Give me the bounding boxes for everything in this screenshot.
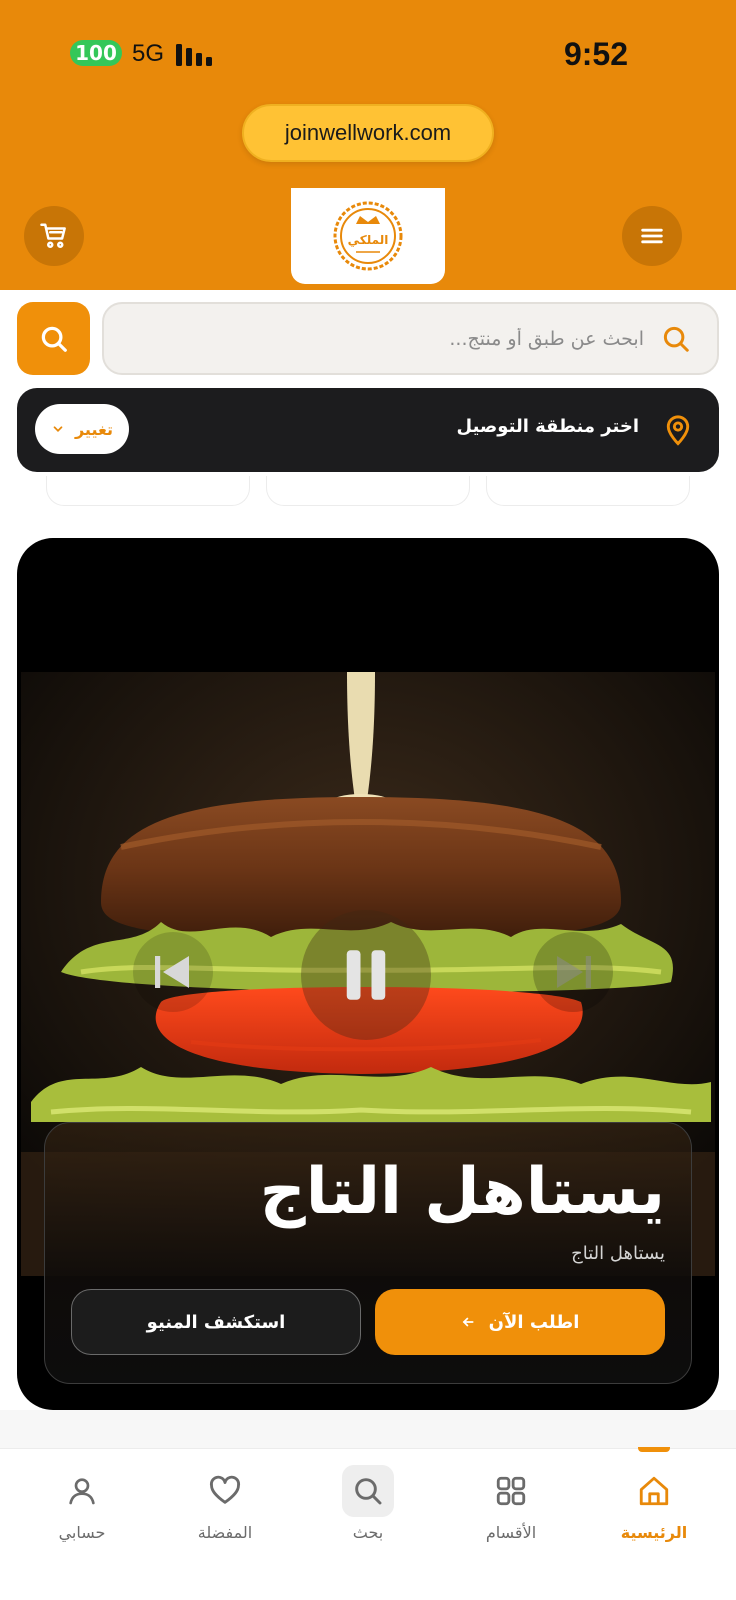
nav-categories-label: الأقسام [485,1523,537,1542]
search-field-icon [663,326,689,352]
nav-account[interactable]: حسابي [22,1465,142,1555]
hamburger-icon [641,228,663,244]
order-now-button[interactable]: اطلب الآن [375,1289,665,1355]
previous-button[interactable] [133,932,213,1012]
nav-home[interactable]: الرئيسية [594,1465,714,1555]
search-field[interactable] [102,302,719,375]
hero-info-card: يستاهل التاج يستاهل التاج اطلب الآن استك… [44,1122,692,1384]
hero-banner: يستاهل التاج يستاهل التاج اطلب الآن استك… [17,538,719,1410]
user-icon [69,1478,95,1505]
delivery-zone-bar[interactable]: اختر منطقة التوصيل تغيير [17,388,719,472]
network-type: 5G [132,40,165,67]
explore-menu-button[interactable]: استكشف المنيو [71,1289,361,1355]
logo-text: الملكي [348,233,389,247]
nav-home-label: الرئيسية [620,1523,688,1542]
url-bar[interactable]: joinwellwork.com [242,104,494,162]
bottom-navigation: الرئيسية الأقسام بحث المفضلة حسابي [0,1447,736,1600]
skip-next-icon [557,956,591,988]
clock: 9:52 [563,36,628,72]
order-now-label: اطلب الآن [488,1311,580,1333]
battery-indicator: 100 [70,40,122,66]
category-chips-row [0,476,736,508]
arrow-left-icon [462,1317,474,1327]
next-button[interactable] [533,932,613,1012]
delivery-zone-label: اختر منطقة التوصيل [456,416,640,437]
nav-categories[interactable]: الأقسام [451,1465,571,1555]
change-zone-label: تغيير [74,419,114,439]
category-chip[interactable] [486,476,690,506]
hero-title: يستاهل التاج [259,1155,665,1229]
home-icon [639,1476,669,1506]
location-pin-icon [666,415,690,446]
brand-logo[interactable]: الملكي [291,188,445,284]
pause-icon [346,950,386,1000]
status-bar: 100 5G 9:52 [0,36,736,72]
nav-search[interactable]: بحث [308,1465,428,1555]
search-icon [41,326,67,352]
app-header: 100 5G 9:52 joinwellwork.com الملكي [0,0,736,290]
nav-favorites[interactable]: المفضلة [165,1465,285,1555]
cart-icon [40,223,66,248]
chevron-down-icon [53,426,63,432]
grid-icon [496,1476,526,1506]
change-zone-button[interactable]: تغيير [35,404,129,454]
cart-button[interactable] [24,206,84,266]
search-input[interactable] [124,304,644,373]
menu-button[interactable] [622,206,682,266]
category-chip[interactable] [266,476,470,506]
signal-icon [176,44,212,66]
nav-account-label: حسابي [58,1523,106,1542]
heart-icon [209,1475,241,1504]
nav-search-label: بحث [352,1523,384,1542]
pause-button[interactable] [301,910,431,1040]
content-below-fold [0,1410,736,1450]
logo-emblem: الملكي [333,201,403,271]
skip-previous-icon [155,956,189,988]
nav-favorites-label: المفضلة [197,1523,253,1542]
active-tab-indicator [638,1447,670,1452]
search-submit-button[interactable] [17,302,90,375]
hero-subtitle: يستاهل التاج [571,1243,665,1264]
category-chip[interactable] [46,476,250,506]
search-icon [355,1478,382,1505]
